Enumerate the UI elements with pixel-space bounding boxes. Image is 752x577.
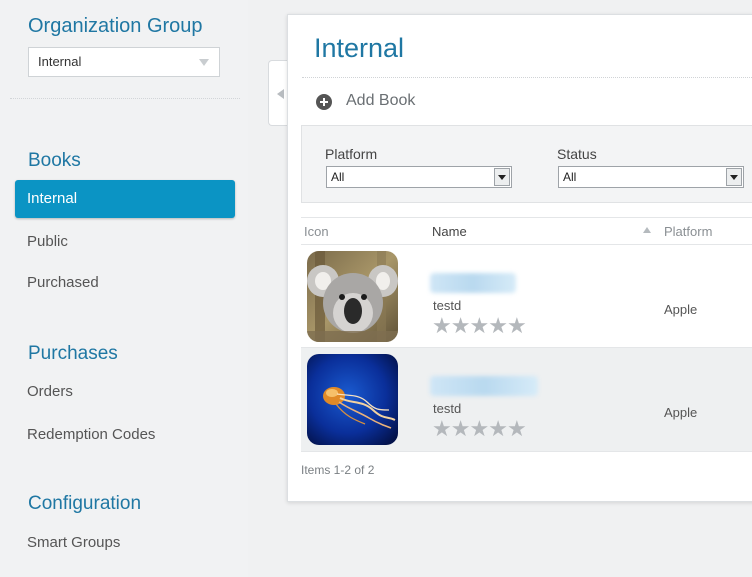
jellyfish-picture [307,354,398,445]
star-icon: ★ [469,313,489,338]
sidebar: Organization Group Internal Books Intern… [0,0,248,577]
star-icon: ★ [450,313,471,338]
org-group-select[interactable]: Internal [28,47,220,77]
jellyfish-image[interactable] [307,354,398,445]
sidebar-divider [10,98,240,99]
plus-circle-icon [316,94,332,110]
star-icon: ★ [432,416,452,441]
page-title: Internal [314,33,405,63]
koala-picture [307,251,398,342]
app-name-redacted [430,376,538,396]
main-panel: Internal Add Book Platform All Status Al… [287,14,752,502]
title-divider [302,77,752,78]
table-header: Icon Name Platform [301,217,752,245]
sidebar-item-smart-groups[interactable]: Smart Groups [27,534,120,551]
chevron-down-icon [726,168,742,186]
koala-image[interactable] [307,251,398,342]
app-platform: Apple [664,302,698,317]
column-header-name[interactable]: Name [432,224,467,239]
sidebar-item-redemption-codes[interactable]: Redemption Codes [27,426,155,443]
sidebar-item-purchased[interactable]: Purchased [27,274,99,291]
status-filter-select[interactable]: All [558,166,744,188]
app-platform: Apple [664,405,698,420]
sidebar-item-public[interactable]: Public [27,233,68,250]
row-divider [301,451,752,452]
chevron-down-icon [494,168,510,186]
star-icon: ★ [488,416,508,441]
sidebar-item-orders[interactable]: Orders [27,383,73,400]
platform-filter-label: Platform [325,146,378,162]
platform-filter-value: All [331,170,345,184]
star-icon: ★ [506,416,527,441]
section-title-purchases: Purchases [28,343,118,364]
section-title-books: Books [28,150,81,171]
star-icon: ★ [488,313,508,338]
sort-ascending-icon[interactable] [643,227,651,233]
status-filter-value: All [563,170,577,184]
star-icon: ★ [506,313,527,338]
chevron-left-icon [277,89,284,99]
table-row[interactable]: testd ★★★★★ Apple [301,245,752,348]
chevron-down-icon [199,59,209,66]
app-owner: testd [433,401,462,416]
section-title-configuration: Configuration [28,493,142,514]
platform-filter-select[interactable]: All [326,166,512,188]
star-icon: ★ [432,313,452,338]
star-icon: ★ [450,416,471,441]
app-name-redacted [430,273,516,293]
column-header-icon: Icon [304,224,329,239]
org-group-value: Internal [38,54,82,69]
org-group-title: Organization Group [28,15,203,37]
column-header-platform[interactable]: Platform [664,224,712,239]
app-owner: testd [433,298,462,313]
items-count: Items 1-2 of 2 [301,463,375,477]
sidebar-item-internal[interactable]: Internal [15,180,235,218]
rating-stars: ★★★★★ [432,416,527,442]
add-book-label: Add Book [346,92,416,109]
rating-stars: ★★★★★ [432,313,527,339]
filter-bar: Platform All Status All [301,125,752,203]
table-row[interactable]: testd ★★★★★ Apple [301,348,752,451]
star-icon: ★ [469,416,489,441]
status-filter-label: Status [557,146,597,162]
